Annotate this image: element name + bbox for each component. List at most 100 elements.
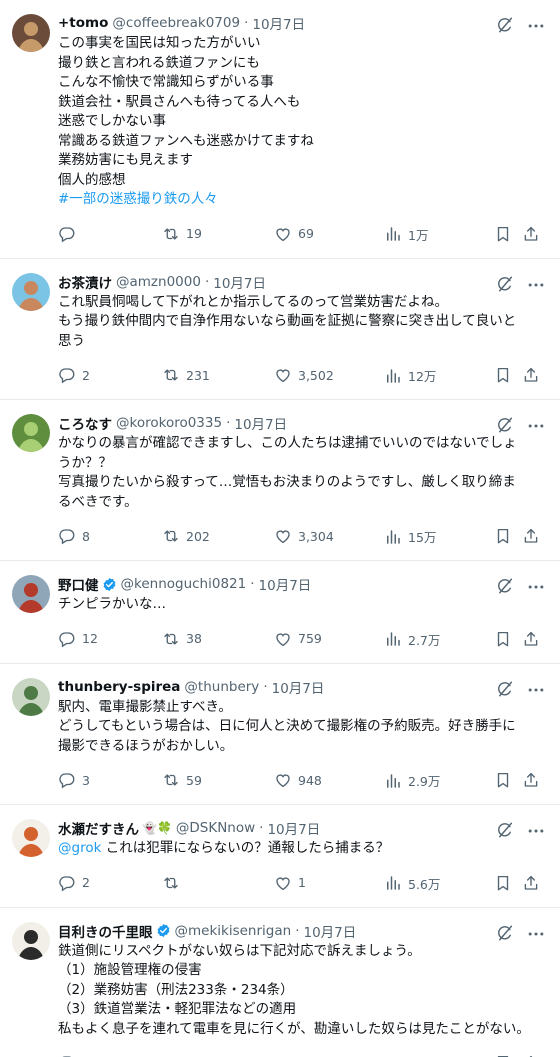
like-button[interactable]: 69 bbox=[274, 225, 314, 243]
views-button[interactable]: 2.7万 bbox=[384, 630, 440, 649]
tweet-text-line: 鉄道会社・駅員さんへも待ってる人へも bbox=[58, 93, 301, 110]
tweet[interactable]: 目利きの千里眼 @mekikisenrigan · 10月7日 鉄道側にリスペクトがない… bbox=[0, 908, 560, 1057]
like-button[interactable]: 948 bbox=[274, 771, 322, 789]
timestamp[interactable]: 10月7日 bbox=[234, 413, 287, 433]
grok-icon[interactable] bbox=[496, 275, 514, 293]
grok-icon[interactable] bbox=[496, 577, 514, 595]
user-handle[interactable]: @kennoguchi0821 bbox=[121, 576, 247, 592]
tweet[interactable]: +tomo @coffeebreak0709 · 10月7日 この事実を国民は知った方が… bbox=[0, 0, 560, 259]
display-name[interactable]: お茶漬け bbox=[58, 272, 112, 292]
avatar[interactable] bbox=[12, 14, 50, 52]
avatar[interactable] bbox=[12, 921, 50, 960]
hashtag-link[interactable]: #一部の迷惑撮り鉄の人々 bbox=[58, 190, 546, 210]
retweet-button[interactable] bbox=[162, 874, 186, 892]
retweet-count: 38 bbox=[186, 631, 202, 646]
more-options-icon[interactable] bbox=[526, 416, 546, 434]
timestamp[interactable]: 10月7日 bbox=[267, 818, 320, 838]
timestamp[interactable]: 10月7日 bbox=[272, 677, 325, 697]
views-button[interactable]: 5.6万 bbox=[384, 874, 440, 893]
retweet-icon bbox=[162, 225, 180, 243]
grok-icon[interactable] bbox=[496, 416, 514, 434]
grok-icon[interactable] bbox=[496, 924, 514, 942]
user-handle[interactable]: @thunbery bbox=[184, 679, 259, 695]
grok-icon[interactable] bbox=[496, 16, 514, 34]
avatar[interactable] bbox=[12, 677, 50, 716]
reply-button[interactable]: 12 bbox=[58, 630, 98, 648]
grok-icon[interactable] bbox=[496, 680, 514, 698]
avatar[interactable] bbox=[12, 575, 50, 613]
user-handle[interactable]: @DSKNnow bbox=[176, 820, 255, 836]
display-name[interactable]: +tomo bbox=[58, 15, 108, 31]
views-icon bbox=[384, 367, 402, 385]
bookmark-button[interactable] bbox=[494, 874, 512, 892]
avatar[interactable] bbox=[12, 272, 50, 311]
like-button[interactable]: 759 bbox=[274, 630, 322, 648]
grok-icon[interactable] bbox=[496, 821, 514, 839]
retweet-button[interactable]: 59 bbox=[162, 771, 202, 789]
reply-button[interactable]: 2 bbox=[58, 874, 90, 892]
share-button[interactable] bbox=[522, 874, 540, 892]
like-button[interactable]: 3,502 bbox=[274, 366, 334, 384]
more-options-icon[interactable] bbox=[526, 16, 546, 34]
display-name[interactable]: 野口健 bbox=[58, 574, 99, 594]
user-handle[interactable]: @coffeebreak0709 bbox=[112, 15, 240, 31]
retweet-button[interactable]: 38 bbox=[162, 630, 202, 648]
action-bar: 12 38 759 2.7万 bbox=[58, 619, 546, 663]
share-button[interactable] bbox=[522, 630, 540, 648]
tweet-header: 水瀬だすきん 👻🍀 @DSKNnow · 10月7日 bbox=[58, 818, 546, 838]
more-options-icon[interactable] bbox=[526, 821, 546, 839]
bookmark-button[interactable] bbox=[494, 527, 512, 545]
more-options-icon[interactable] bbox=[526, 924, 546, 942]
user-handle[interactable]: @mekikisenrigan bbox=[175, 923, 292, 939]
separator-dot: · bbox=[204, 273, 210, 290]
display-name[interactable]: 水瀬だすきん bbox=[58, 818, 139, 838]
timestamp[interactable]: 10月7日 bbox=[259, 574, 312, 594]
timestamp[interactable]: 10月7日 bbox=[304, 921, 357, 941]
reply-button[interactable]: 2 bbox=[58, 366, 90, 384]
more-options-icon[interactable] bbox=[526, 680, 546, 698]
display-name[interactable]: thunbery-spirea bbox=[58, 679, 180, 695]
bookmark-button[interactable] bbox=[494, 771, 512, 789]
views-button[interactable]: 12万 bbox=[384, 366, 436, 385]
share-button[interactable] bbox=[522, 366, 540, 384]
bookmark-button[interactable] bbox=[494, 225, 512, 243]
views-button[interactable]: 2.9万 bbox=[384, 771, 440, 790]
share-button[interactable] bbox=[522, 771, 540, 789]
like-button[interactable]: 1 bbox=[274, 874, 306, 892]
retweet-button[interactable]: 231 bbox=[162, 366, 210, 384]
tweet[interactable]: お茶漬け @amzn0000 · 10月7日 これ駅員恫喝して下がれとか指示してるのって… bbox=[0, 259, 560, 400]
reply-button[interactable]: 8 bbox=[58, 527, 90, 545]
bookmark-button[interactable] bbox=[494, 366, 512, 384]
more-options-icon[interactable] bbox=[526, 275, 546, 293]
retweet-button[interactable]: 19 bbox=[162, 225, 202, 243]
bookmark-icon bbox=[494, 366, 512, 384]
share-button[interactable] bbox=[522, 225, 540, 243]
tweet-text-line: もう撮り鉄仲間内で自浄作用ないなら動画を証拠に警察に突き出して良いと bbox=[58, 313, 517, 329]
bookmark-button[interactable] bbox=[494, 630, 512, 648]
reply-button[interactable]: 3 bbox=[58, 771, 90, 789]
share-button[interactable] bbox=[522, 527, 540, 545]
like-button[interactable]: 3,304 bbox=[274, 527, 334, 545]
user-handle[interactable]: @amzn0000 bbox=[116, 274, 201, 290]
retweet-icon bbox=[162, 771, 180, 789]
views-button[interactable]: 1万 bbox=[384, 225, 428, 244]
reply-count: 2 bbox=[82, 367, 90, 383]
display-name[interactable]: ころなす bbox=[58, 413, 112, 433]
timestamp[interactable]: 10月7日 bbox=[213, 272, 266, 292]
timestamp[interactable]: 10月7日 bbox=[252, 13, 305, 33]
share-icon bbox=[522, 527, 540, 545]
tweet[interactable]: 水瀬だすきん 👻🍀 @DSKNnow · 10月7日 @grok これは犯罪にならないの？… bbox=[0, 805, 560, 908]
tweet[interactable]: 野口健 @kennoguchi0821 · 10月7日 チンピラかいな… 12 38 759 2… bbox=[0, 561, 560, 664]
tweet[interactable]: ころなす @korokoro0335 · 10月7日 かなりの暴言が確認できますし、この… bbox=[0, 400, 560, 561]
user-handle[interactable]: @korokoro0335 bbox=[116, 415, 222, 431]
avatar[interactable] bbox=[12, 819, 50, 857]
mention-link[interactable]: @grok bbox=[58, 840, 101, 856]
view-count: 15万 bbox=[408, 530, 437, 545]
more-options-icon[interactable] bbox=[526, 577, 546, 595]
tweet[interactable]: thunbery-spirea @thunbery · 10月7日 駅内、電車撮影禁止す… bbox=[0, 664, 560, 805]
avatar[interactable] bbox=[12, 414, 50, 452]
reply-button[interactable] bbox=[58, 225, 82, 243]
views-button[interactable]: 15万 bbox=[384, 527, 436, 546]
display-name[interactable]: 目利きの千里眼 bbox=[58, 921, 153, 941]
retweet-button[interactable]: 202 bbox=[162, 527, 210, 545]
